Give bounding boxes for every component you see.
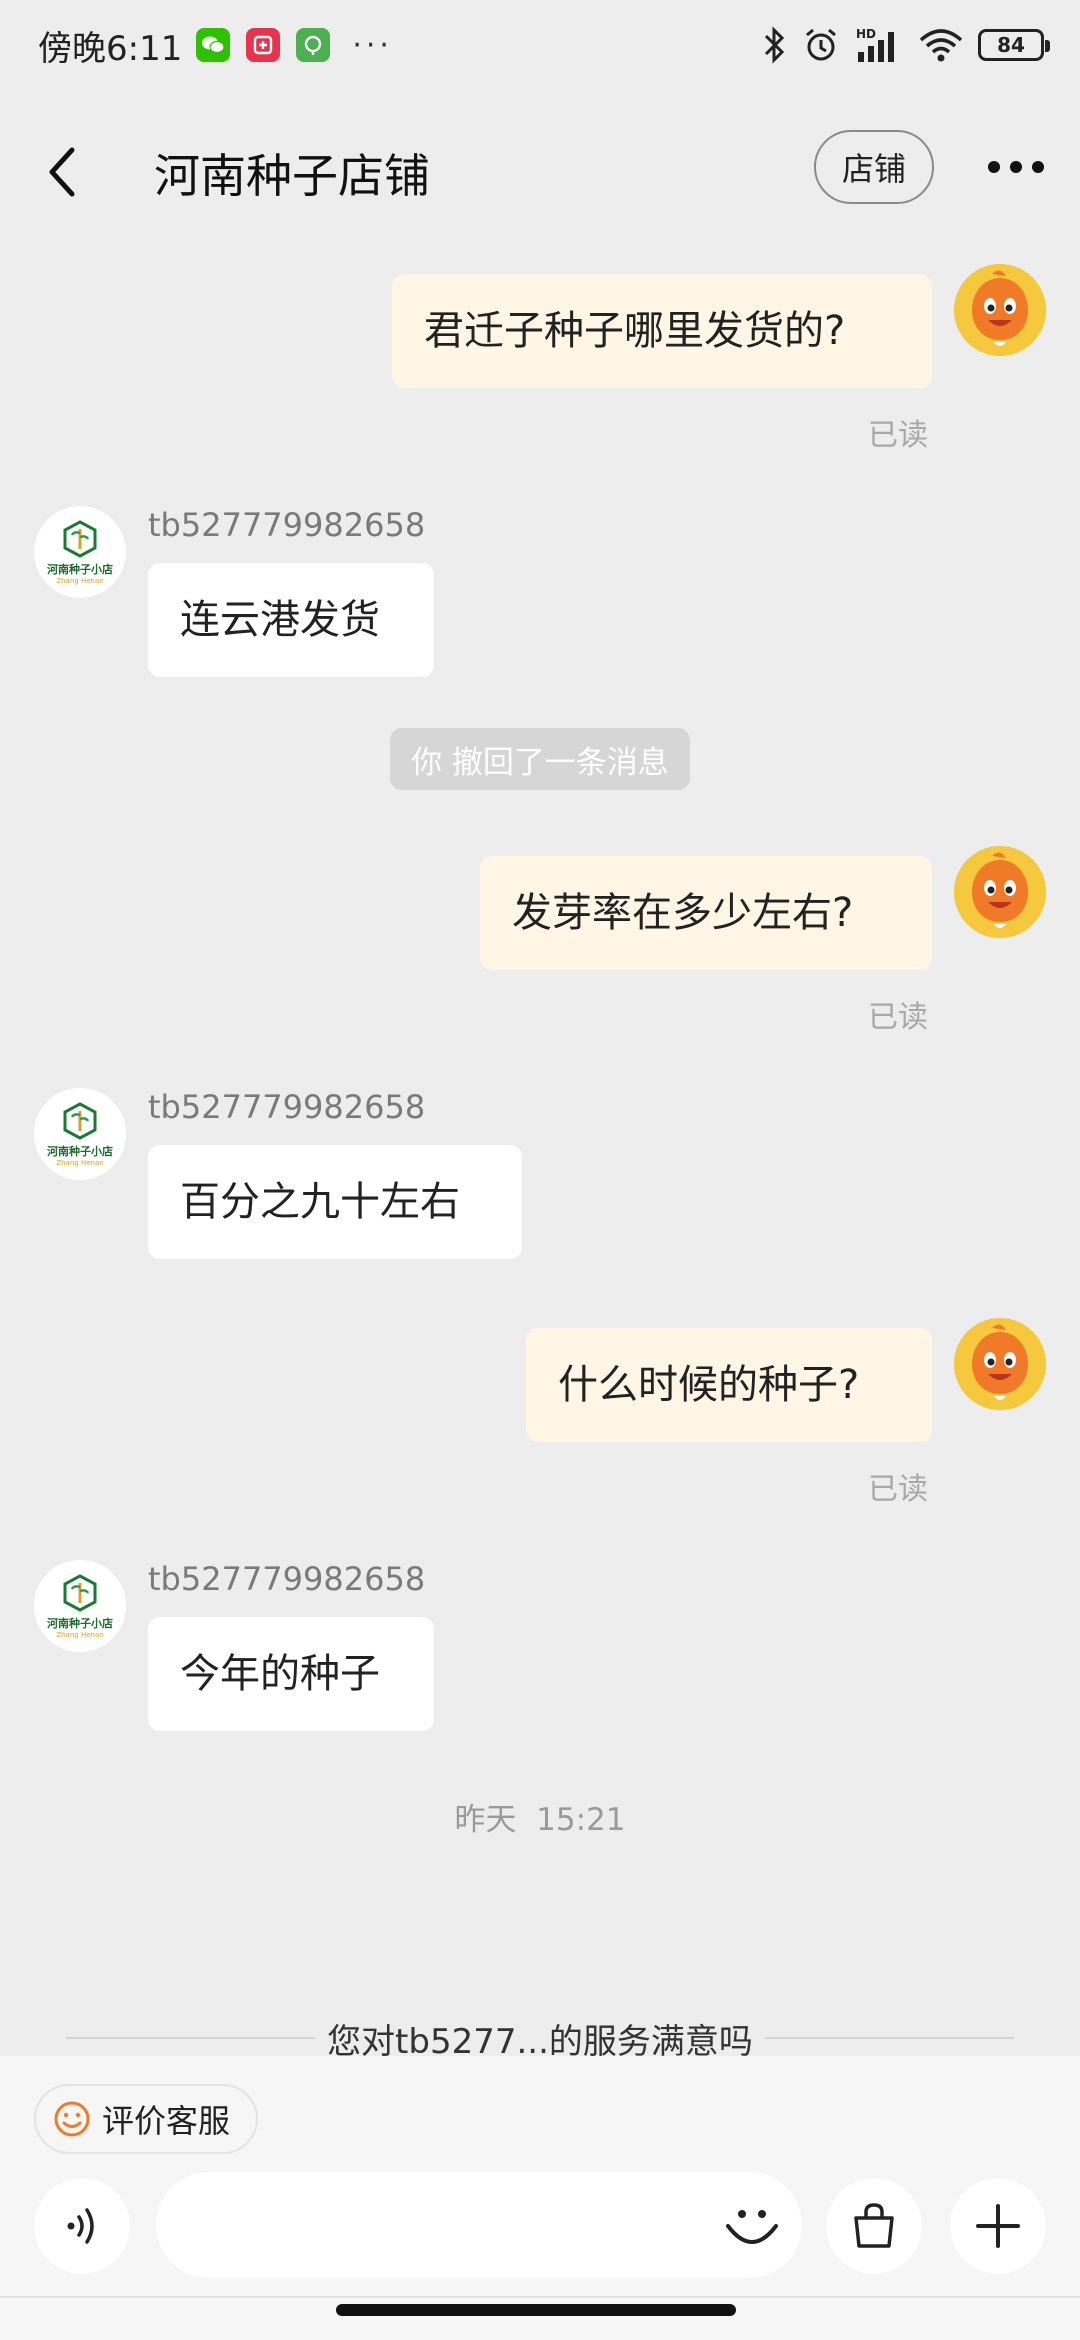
wifi-icon	[919, 29, 963, 62]
shop-avatar[interactable]: 河南种子小店 Zhang Henan	[34, 1560, 126, 1652]
wechat-icon	[196, 28, 231, 62]
satisfaction-prompt: 您对tb5277...的服务满意吗	[66, 2016, 1014, 2060]
shop-bag-button[interactable]	[826, 2178, 922, 2274]
battery-indicator: 84	[978, 29, 1050, 61]
battery-level: 84	[997, 33, 1025, 57]
bluetooth-icon	[764, 26, 785, 64]
shopping-bag-icon	[854, 2203, 894, 2248]
message-text: 连云港发货	[180, 597, 380, 643]
message-text: 什么时候的种子?	[558, 1362, 860, 1408]
chat-timestamp: 昨天 15:21	[454, 1802, 626, 1838]
message-text: 发芽率在多少左右?	[512, 890, 854, 936]
voice-icon	[67, 2208, 94, 2244]
shop-message-bubble[interactable]: 今年的种子	[148, 1617, 434, 1731]
my-message-bubble[interactable]: 什么时候的种子?	[526, 1328, 932, 1442]
sender-name: tb527779982658	[148, 1560, 426, 1598]
message-text: 今年的种子	[180, 1651, 380, 1697]
message-text: 君迁子种子哪里发货的?	[424, 308, 846, 354]
recall-notice: 你 撤回了一条消息	[390, 728, 690, 790]
user-avatar[interactable]	[954, 1318, 1046, 1410]
read-receipt: 已读	[868, 1472, 928, 1507]
shop-logo-icon	[63, 520, 97, 558]
signal-icon: HD	[856, 27, 894, 62]
home-indicator[interactable]	[336, 2304, 736, 2316]
shop-avatar[interactable]: 河南种子小店 Zhang Henan	[34, 1088, 126, 1180]
shop-logo-icon	[63, 1574, 97, 1612]
back-icon[interactable]	[40, 144, 90, 200]
message-input[interactable]	[156, 2172, 802, 2278]
svg-text:HD: HD	[856, 27, 876, 41]
page-title: 河南种子店铺	[154, 149, 430, 203]
mascot-icon	[954, 264, 1046, 356]
my-message-bubble[interactable]: 发芽率在多少左右?	[480, 856, 932, 970]
plus-icon	[976, 2204, 1020, 2248]
sender-name: tb527779982658	[148, 506, 426, 544]
shop-avatar[interactable]: 河南种子小店 Zhang Henan	[34, 506, 126, 598]
shop-message-bubble[interactable]: 百分之九十左右	[148, 1145, 522, 1259]
voice-button[interactable]	[34, 2178, 130, 2274]
mascot-icon	[954, 1318, 1046, 1410]
user-avatar[interactable]	[954, 846, 1046, 938]
alarm-icon	[806, 28, 836, 61]
sender-name: tb527779982658	[148, 1088, 426, 1126]
rate-service-label: 评价客服	[102, 2102, 231, 2140]
mascot-icon	[954, 846, 1046, 938]
user-avatar[interactable]	[954, 264, 1046, 356]
message-text: 百分之九十左右	[180, 1179, 460, 1225]
shop-message-bubble[interactable]: 连云港发货	[148, 563, 434, 677]
taote-icon	[246, 28, 281, 62]
rate-service-button[interactable]: 评价客服	[34, 2084, 258, 2154]
read-receipt: 已读	[868, 1000, 928, 1035]
nav-divider	[0, 2296, 1080, 2298]
shop-logo-icon	[63, 1102, 97, 1140]
add-more-button[interactable]	[950, 2178, 1046, 2274]
status-bar: 傍晚6:11 ··· HD 84	[0, 0, 1080, 90]
divider-line	[764, 2037, 1014, 2039]
divider-line	[66, 2037, 316, 2039]
read-receipt: 已读	[868, 418, 928, 453]
more-options-icon[interactable]	[986, 152, 1046, 182]
more-notifications: ···	[352, 27, 393, 63]
smiley-icon	[54, 2101, 90, 2137]
status-time: 傍晚6:11	[38, 28, 183, 69]
chat-header: 河南种子店铺 店铺	[0, 120, 1080, 220]
my-message-bubble[interactable]: 君迁子种子哪里发货的?	[392, 274, 932, 388]
status-indicators: HD 84	[762, 0, 1050, 90]
shop-button[interactable]: 店铺	[814, 130, 934, 204]
satisfaction-text: 您对tb5277...的服务满意吗	[327, 2021, 753, 2061]
emoji-icon[interactable]	[722, 2196, 782, 2256]
green-app-icon	[296, 28, 331, 62]
